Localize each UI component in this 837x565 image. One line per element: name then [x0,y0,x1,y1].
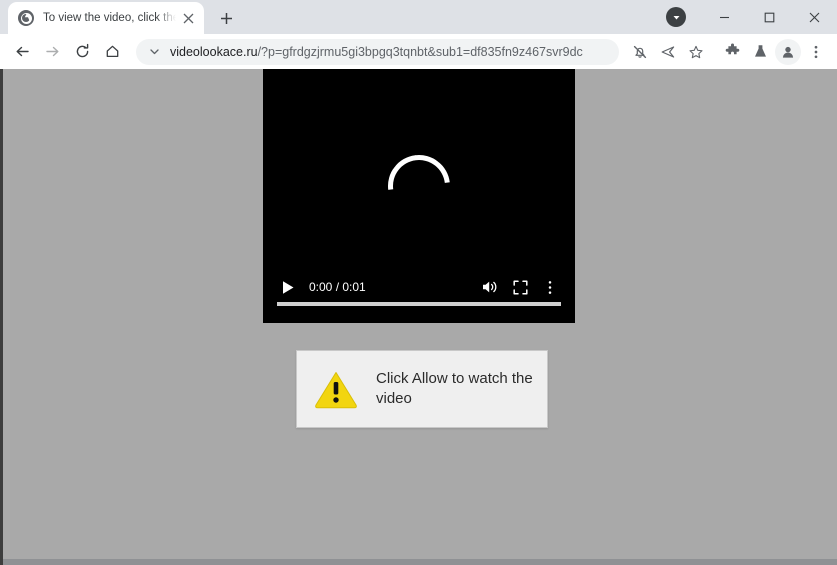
chevron-down-icon[interactable] [146,44,162,60]
url-path: /?p=gfrdgzjrmu5gi3bpgq3tqnbt&sub1=df835f… [257,44,583,59]
video-controls-row: 0:00 / 0:01 [273,271,565,303]
play-icon[interactable] [273,272,303,302]
video-player[interactable]: 0:00 / 0:01 [263,69,575,323]
page-viewport: 0:00 / 0:01 Click Allow to watch the vid… [0,69,837,565]
share-icon[interactable] [655,39,681,65]
chrome-menu-icon[interactable] [803,39,829,65]
browser-window: To view the video, click the Allow [0,0,837,565]
maximize-button[interactable] [747,0,792,34]
video-controls: 0:00 / 0:01 [263,265,575,323]
home-icon[interactable] [98,38,126,66]
download-chevron-icon[interactable] [666,7,686,27]
window-controls [666,0,837,34]
browser-toolbar: videolookace.ru/?p=gfrdgzjrmu5gi3bpgq3tq… [0,34,837,70]
tab-title: To view the video, click the Allow [43,12,176,24]
url-host: videolookace.ru [170,44,258,59]
address-bar[interactable]: videolookace.ru/?p=gfrdgzjrmu5gi3bpgq3tq… [136,38,619,65]
experiments-flask-icon[interactable] [747,39,773,65]
alert-message: Click Allow to watch the video [376,370,533,407]
video-time-display: 0:00 / 0:01 [309,280,366,294]
allow-notification-prompt: Click Allow to watch the video [296,350,548,428]
browser-tab[interactable]: To view the video, click the Allow [8,2,204,34]
video-progress-bar[interactable] [277,302,561,306]
new-tab-button[interactable] [212,4,240,32]
tab-strip: To view the video, click the Allow [0,0,837,34]
warning-triangle-icon [313,368,359,410]
back-arrow-icon[interactable] [8,38,36,66]
bookmark-star-icon[interactable] [683,39,709,65]
close-icon[interactable] [178,8,198,28]
address-bar-text: videolookace.ru/?p=gfrdgzjrmu5gi3bpgq3tq… [170,45,583,59]
notifications-blocked-icon[interactable] [627,39,653,65]
loading-spinner [375,142,463,230]
volume-icon[interactable] [475,272,505,302]
forward-arrow-icon[interactable] [38,38,66,66]
reload-icon[interactable] [68,38,96,66]
profile-avatar-icon[interactable] [775,38,801,65]
more-options-icon[interactable] [535,272,565,302]
close-window-button[interactable] [792,0,837,34]
fullscreen-icon[interactable] [505,272,535,302]
globe-icon [18,10,34,26]
extensions-puzzle-icon[interactable] [719,39,745,65]
minimize-button[interactable] [702,0,747,34]
